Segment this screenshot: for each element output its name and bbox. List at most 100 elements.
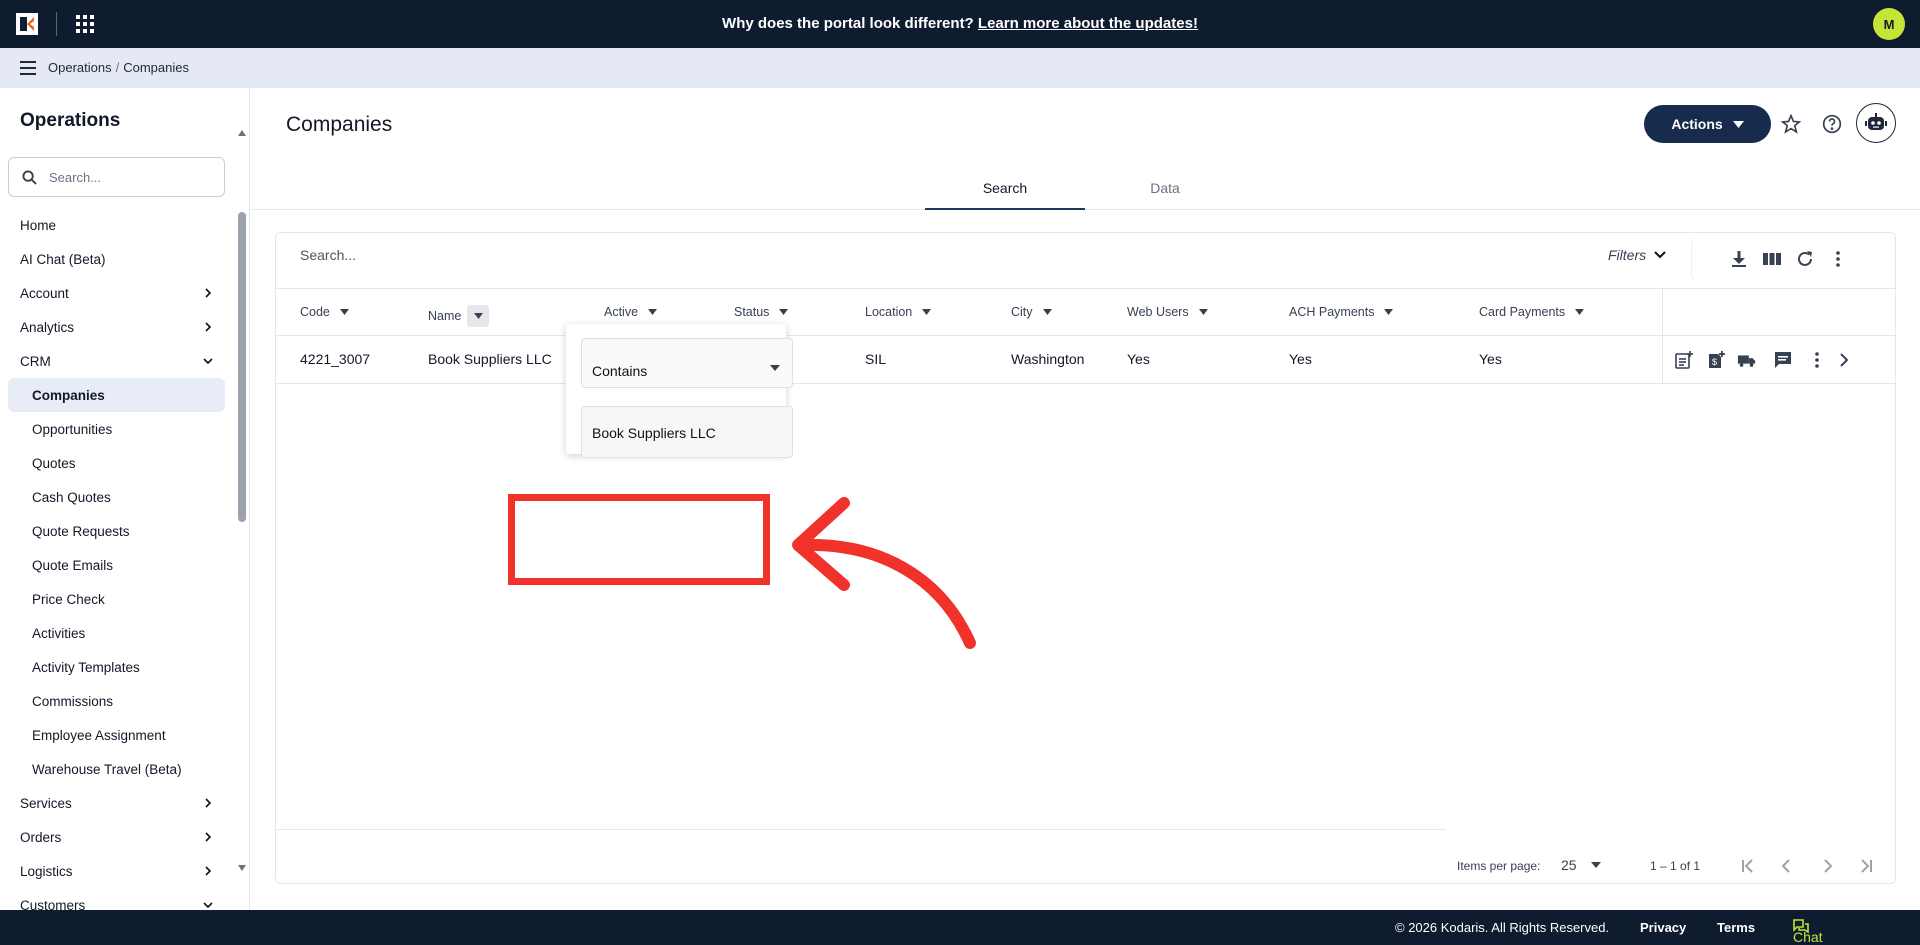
refresh-icon[interactable] xyxy=(1795,249,1815,269)
main-content: Companies Actions Search Data Search... … xyxy=(251,88,1920,910)
actions-button[interactable]: Actions xyxy=(1644,105,1771,143)
sidebar-item-companies[interactable]: Companies xyxy=(8,378,225,412)
sidebar-item-account[interactable]: Account xyxy=(0,276,236,310)
column-header-city[interactable]: City xyxy=(1011,305,1052,319)
sidebar-item-quote-requests[interactable]: Quote Requests xyxy=(0,514,236,548)
filters-button[interactable]: Filters xyxy=(1608,247,1666,263)
shipping-truck-icon[interactable] xyxy=(1737,350,1757,370)
menu-icon[interactable] xyxy=(20,61,36,75)
sidebar-item-services[interactable]: Services xyxy=(0,786,236,820)
last-page-icon[interactable] xyxy=(1857,857,1875,875)
comment-icon[interactable] xyxy=(1773,350,1793,370)
chevron-down-icon xyxy=(203,902,213,909)
next-page-icon[interactable] xyxy=(1818,857,1836,875)
search-icon xyxy=(22,170,37,185)
star-icon[interactable] xyxy=(1781,114,1801,134)
chevron-right-icon xyxy=(205,322,212,332)
sidebar-scrollbar[interactable] xyxy=(237,128,247,873)
sort-caret-icon xyxy=(648,309,658,315)
sidebar-item-customers[interactable]: Customers xyxy=(0,888,236,910)
sidebar-nav: Home AI Chat (Beta) Account Analytics CR… xyxy=(0,208,236,910)
download-icon[interactable] xyxy=(1729,249,1749,269)
column-header-active[interactable]: Active xyxy=(604,305,658,319)
scroll-up-icon[interactable] xyxy=(237,128,247,138)
tab-data[interactable]: Data xyxy=(1085,168,1245,210)
breadcrumb-operations[interactable]: Operations xyxy=(48,60,112,75)
column-filter-toggle[interactable] xyxy=(467,305,490,327)
filter-operator-select[interactable]: Contains xyxy=(581,338,793,388)
help-icon[interactable] xyxy=(1822,114,1842,134)
table-search-input[interactable]: Search... xyxy=(300,247,356,263)
filter-value-text: Book Suppliers LLC xyxy=(592,425,716,441)
first-page-icon[interactable] xyxy=(1739,857,1757,875)
sidebar-title: Operations xyxy=(20,110,121,131)
column-header-name[interactable]: Name xyxy=(428,305,490,327)
sidebar-item-activity-templates[interactable]: Activity Templates xyxy=(0,650,236,684)
columns-icon[interactable] xyxy=(1762,249,1782,269)
sidebar-item-opportunities[interactable]: Opportunities xyxy=(0,412,236,446)
cell-web-users: Yes xyxy=(1127,351,1150,367)
column-header-location[interactable]: Location xyxy=(865,305,932,319)
sidebar-item-activities[interactable]: Activities xyxy=(0,616,236,650)
column-header-ach-payments[interactable]: ACH Payments xyxy=(1289,305,1394,319)
column-header-status[interactable]: Status xyxy=(734,305,789,319)
filters-divider xyxy=(1691,233,1703,285)
annotation-arrow xyxy=(792,497,976,649)
sidebar-search-input[interactable] xyxy=(49,167,214,187)
user-avatar[interactable]: M xyxy=(1873,8,1905,40)
sidebar-item-employee-assignment[interactable]: Employee Assignment xyxy=(0,718,236,752)
sort-caret-icon xyxy=(779,309,789,315)
filters-label: Filters xyxy=(1608,247,1647,263)
items-per-page-select[interactable]: 25 xyxy=(1561,857,1601,873)
footer-copyright: © 2026 Kodaris. All Rights Reserved. xyxy=(1395,920,1610,935)
chevron-right-icon[interactable] xyxy=(1834,350,1854,370)
sidebar-item-crm[interactable]: CRM xyxy=(0,344,236,378)
breadcrumb-companies: Companies xyxy=(123,60,189,75)
chat-with-us-button[interactable]: Chat with us xyxy=(1793,919,1823,945)
pager-divider xyxy=(276,829,1446,830)
sidebar-item-analytics[interactable]: Analytics xyxy=(0,310,236,344)
column-header-web-users[interactable]: Web Users xyxy=(1127,305,1208,319)
chevron-down-icon xyxy=(203,358,213,365)
svg-text:$: $ xyxy=(1712,357,1717,367)
actions-column-divider xyxy=(1662,336,1663,384)
sidebar-item-quotes[interactable]: Quotes xyxy=(0,446,236,480)
sidebar-item-ai-chat[interactable]: AI Chat (Beta) xyxy=(0,242,236,276)
sidebar-item-cash-quotes[interactable]: Cash Quotes xyxy=(0,480,236,514)
sort-caret-icon xyxy=(1384,309,1394,315)
scrollbar-thumb[interactable] xyxy=(238,212,246,522)
sort-caret-icon xyxy=(1042,309,1052,315)
sidebar-item-logistics[interactable]: Logistics xyxy=(0,854,236,888)
add-quote-icon[interactable]: $ xyxy=(1706,350,1726,370)
tab-search[interactable]: Search xyxy=(925,168,1085,210)
sidebar-item-warehouse-travel[interactable]: Warehouse Travel (Beta) xyxy=(0,752,236,786)
pager-range: 1 – 1 of 1 xyxy=(1650,859,1701,873)
filter-value-input[interactable]: Book Suppliers LLC xyxy=(581,406,793,458)
tabs: Search Data xyxy=(251,168,1920,210)
more-vertical-icon[interactable] xyxy=(1828,249,1848,269)
column-header-code[interactable]: Code xyxy=(300,305,349,319)
more-vertical-icon[interactable] xyxy=(1807,350,1827,370)
sidebar-item-home[interactable]: Home xyxy=(0,208,236,242)
dropdown-caret-icon xyxy=(1590,862,1601,868)
sidebar-item-quote-emails[interactable]: Quote Emails xyxy=(0,548,236,582)
previous-page-icon[interactable] xyxy=(1778,857,1796,875)
footer-terms-link[interactable]: Terms xyxy=(1717,920,1755,935)
column-header-card-payments[interactable]: Card Payments xyxy=(1479,305,1585,319)
table-row[interactable]: 4221_3007 Book Suppliers LLC SIL Washing… xyxy=(276,336,1897,384)
sort-caret-icon xyxy=(1198,309,1208,315)
annotation-highlight-box xyxy=(508,494,770,585)
cell-code: 4221_3007 xyxy=(300,351,371,367)
sidebar-item-commissions[interactable]: Commissions xyxy=(0,684,236,718)
column-filter-popup: Contains Book Suppliers LLC xyxy=(566,324,793,458)
footer-privacy-link[interactable]: Privacy xyxy=(1640,920,1686,935)
add-note-icon[interactable] xyxy=(1674,350,1694,370)
sidebar-item-price-check[interactable]: Price Check xyxy=(0,582,236,616)
announcement-banner: Why does the portal look different? Lear… xyxy=(0,15,1920,32)
scroll-down-icon[interactable] xyxy=(237,863,247,873)
sidebar-item-orders[interactable]: Orders xyxy=(0,820,236,854)
announcement-link[interactable]: Learn more about the updates! xyxy=(978,15,1198,32)
cell-name: Book Suppliers LLC xyxy=(428,351,552,367)
ai-assistant-button[interactable] xyxy=(1856,103,1896,143)
dropdown-caret-icon xyxy=(770,365,780,371)
